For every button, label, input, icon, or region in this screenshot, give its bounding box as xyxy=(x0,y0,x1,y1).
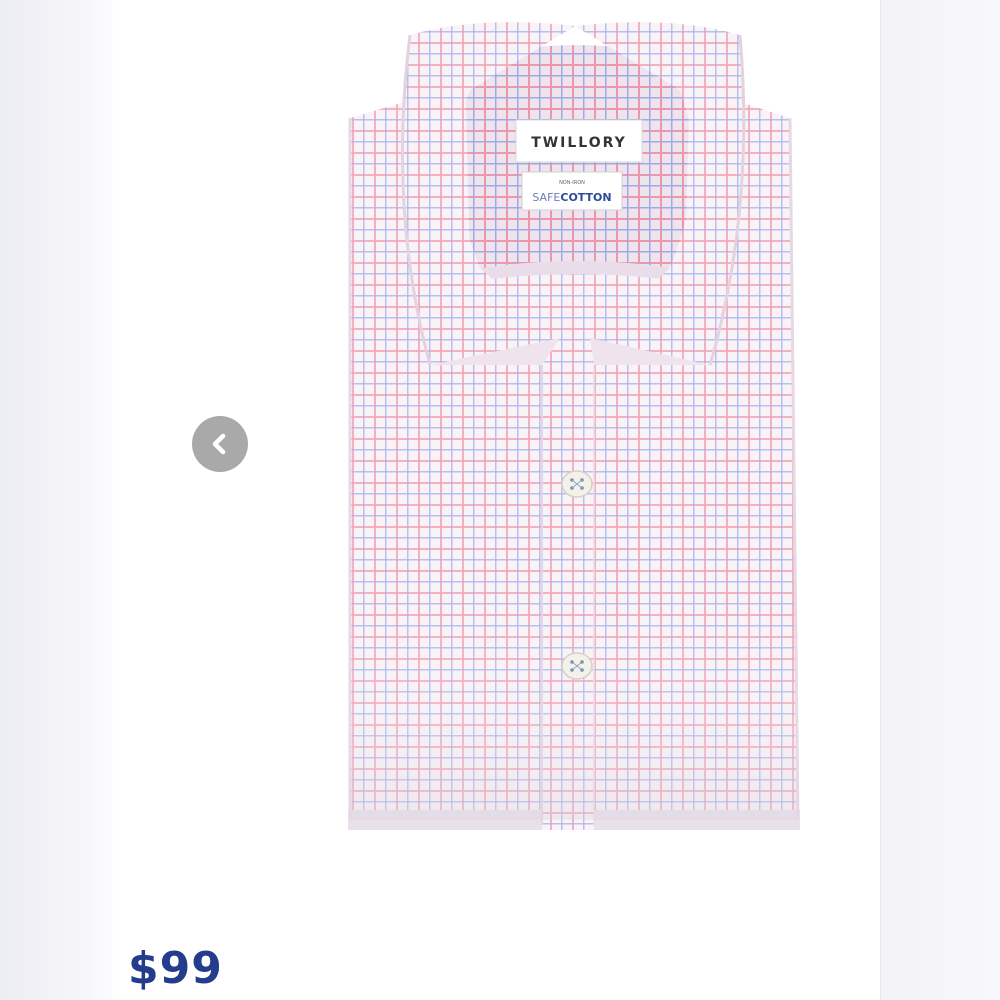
product-price: $99 xyxy=(128,943,223,994)
shirt-image: TWILLORY NON-IRON SAFECOTTON xyxy=(348,22,800,830)
care-label-prefix: SAFE xyxy=(532,191,560,204)
shirt-button-bottom xyxy=(561,652,593,680)
brand-label: TWILLORY xyxy=(531,135,627,151)
carousel-prev-button[interactable] xyxy=(192,416,248,472)
shirt-button-top xyxy=(561,470,593,498)
product-image: TWILLORY NON-IRON SAFECOTTON xyxy=(330,20,820,850)
svg-text:SAFECOTTON: SAFECOTTON xyxy=(532,191,611,204)
left-panel-backdrop xyxy=(0,0,122,1000)
right-panel-backdrop xyxy=(880,0,1000,1000)
chevron-left-icon xyxy=(212,433,226,455)
care-label-suffix: COTTON xyxy=(560,191,611,204)
care-label-small: NON-IRON xyxy=(559,180,585,186)
